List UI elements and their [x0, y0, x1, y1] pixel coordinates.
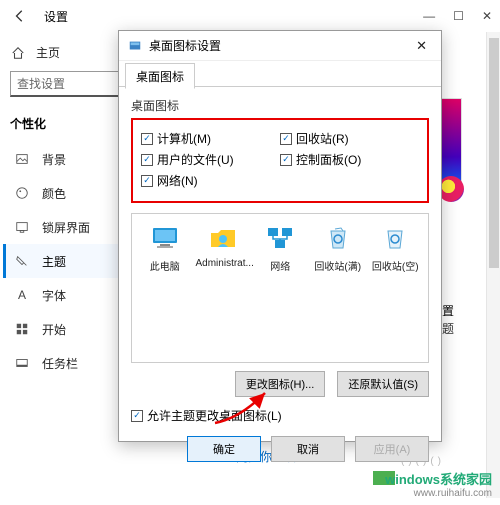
nav-label: 字体 [42, 287, 66, 304]
checkbox-allow-theme[interactable]: ✓ 允许主题更改桌面图标(L) [131, 407, 429, 424]
partial-label: 置 [442, 302, 454, 319]
computer-icon [147, 222, 183, 254]
nav-home-label: 主页 [36, 44, 60, 61]
settings-header: 设置 ― ☐ ✕ [0, 0, 500, 32]
scrollbar-thumb[interactable] [489, 38, 499, 268]
dialog-titlebar[interactable]: 桌面图标设置 ✕ [119, 31, 441, 61]
restore-default-button[interactable]: 还原默认值(S) [337, 371, 429, 397]
checkbox-label: 计算机(M) [157, 130, 211, 147]
checkbox-computer[interactable]: ✓ 计算机(M) [141, 130, 280, 147]
network-icon [262, 222, 298, 254]
icon-item-thispc[interactable]: 此电脑 [138, 222, 192, 273]
checkbox-icon: ✓ [141, 154, 153, 166]
vertical-scrollbar[interactable] [486, 32, 500, 498]
userfolder-icon [205, 222, 241, 254]
nav-label: 锁屏界面 [42, 219, 90, 236]
desktop-icon-settings-dialog: 桌面图标设置 ✕ 桌面图标 桌面图标 ✓ 计算机(M) ✓ 回收站(R) ✓ 用 [118, 30, 442, 442]
lockscreen-icon [14, 220, 30, 234]
checkbox-recyclebin[interactable]: ✓ 回收站(R) [280, 130, 419, 147]
checkbox-network[interactable]: ✓ 网络(N) [141, 172, 419, 189]
nav-label: 背景 [42, 151, 66, 168]
recyclebin-full-icon [320, 222, 356, 254]
checkbox-icon: ✓ [131, 410, 143, 422]
icon-item-recyclebin-empty[interactable]: 回收站(空) [369, 222, 423, 273]
checkbox-label: 用户的文件(U) [157, 151, 234, 168]
palette-icon [14, 186, 30, 200]
back-button[interactable] [8, 4, 32, 28]
start-icon [14, 322, 30, 336]
checkbox-label: 允许主题更改桌面图标(L) [147, 407, 282, 424]
checkbox-label: 网络(N) [157, 172, 198, 189]
watermark-main: windows系统家园 [385, 472, 492, 487]
taskbar-icon [14, 356, 30, 370]
recyclebin-empty-icon [377, 222, 413, 254]
checkbox-userfiles[interactable]: ✓ 用户的文件(U) [141, 151, 280, 168]
theme-icon [14, 254, 30, 268]
group-label: 桌面图标 [131, 97, 429, 114]
icon-label: 回收站(满) [311, 258, 365, 273]
icon-label: 回收站(空) [369, 258, 423, 273]
icon-item-network[interactable]: 网络 [254, 222, 308, 273]
icon-item-recyclebin-full[interactable]: 回收站(满) [311, 222, 365, 273]
checkbox-label: 控制面板(O) [296, 151, 361, 168]
apply-button[interactable]: 应用(A) [355, 436, 429, 462]
font-icon: A [14, 288, 30, 302]
dialog-close-button[interactable]: ✕ [410, 36, 433, 56]
checkbox-icon: ✓ [141, 133, 153, 145]
home-icon [10, 46, 26, 60]
highlight-annotation: ✓ 计算机(M) ✓ 回收站(R) ✓ 用户的文件(U) ✓ 控制面板(O) [131, 118, 429, 203]
icon-item-userfiles[interactable]: Administrat... [196, 222, 250, 273]
tab-desktop-icons[interactable]: 桌面图标 [125, 63, 195, 89]
dialog-title: 桌面图标设置 [149, 37, 410, 54]
nav-label: 主题 [42, 253, 66, 270]
nav-label: 颜色 [42, 185, 66, 202]
checkbox-controlpanel[interactable]: ✓ 控制面板(O) [280, 151, 419, 168]
cancel-button[interactable]: 取消 [271, 436, 345, 462]
nav-label: 开始 [42, 321, 66, 338]
icon-label: 此电脑 [138, 258, 192, 273]
checkbox-label: 回收站(R) [296, 130, 349, 147]
watermark-sub: www.ruihaifu.com [385, 488, 492, 499]
checkbox-icon: ✓ [280, 133, 292, 145]
minimize-button[interactable]: ― [423, 9, 435, 23]
icon-preview-listbox[interactable]: 此电脑 Administrat... 网络 回收站(满) 回收站(空) [131, 213, 429, 363]
nav-label: 任务栏 [42, 355, 78, 372]
icon-label: Administrat... [196, 258, 250, 269]
tab-strip: 桌面图标 [119, 61, 441, 87]
ok-button[interactable]: 确定 [187, 436, 261, 462]
checkbox-icon: ✓ [280, 154, 292, 166]
dialog-icon [127, 38, 143, 54]
settings-title: 设置 [44, 8, 68, 25]
picture-icon [14, 152, 30, 166]
search-placeholder: 查找设置 [17, 75, 65, 92]
watermark: windows系统家园 www.ruihaifu.com [385, 469, 492, 499]
change-icon-button[interactable]: 更改图标(H)... [235, 371, 325, 397]
icon-label: 网络 [254, 258, 308, 273]
checkbox-icon: ✓ [141, 175, 153, 187]
close-button[interactable]: ✕ [482, 9, 492, 23]
maximize-button[interactable]: ☐ [453, 9, 464, 23]
